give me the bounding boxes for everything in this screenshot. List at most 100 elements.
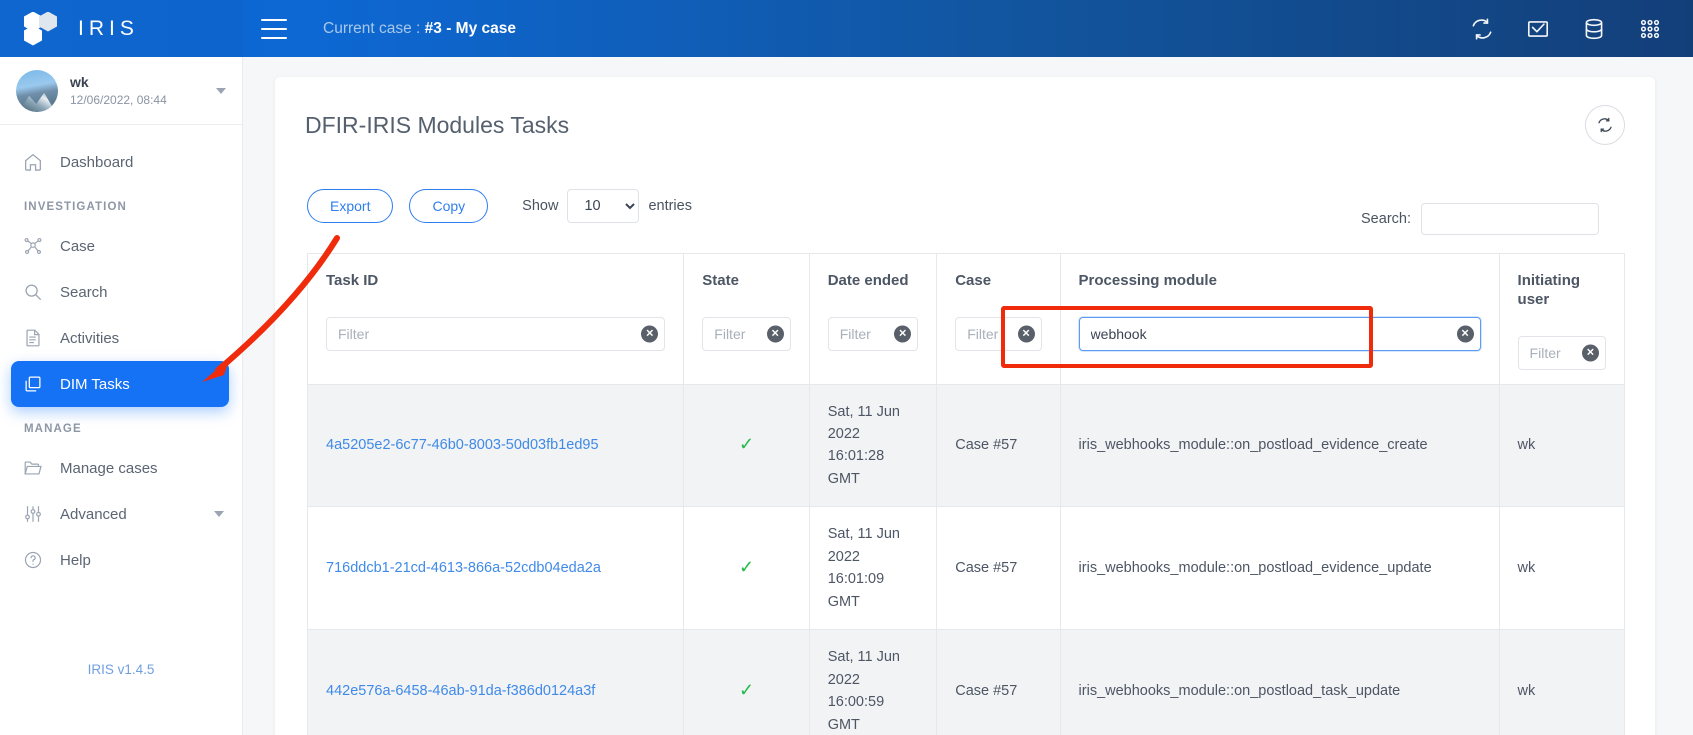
table-row: 716ddcb1-21cd-4613-866a-52cdb04eda2a ✓ Sat… (308, 507, 1625, 630)
filter-input[interactable] (1079, 317, 1481, 351)
cell-state: ✓ (684, 384, 809, 507)
column-header-label: State (702, 272, 790, 291)
card-header: DFIR-IRIS Modules Tasks (275, 77, 1655, 145)
clear-filter-icon[interactable]: ✕ (641, 326, 658, 343)
column-case: Case ✕ (937, 254, 1060, 385)
sidebar-item-manage-cases[interactable]: Manage cases (0, 445, 242, 491)
brand-logo[interactable]: IRIS (0, 0, 243, 57)
task-id-link[interactable]: 4a5205e2-6c77-46b0-8003-50d03fb1ed95 (326, 437, 599, 453)
filter-input[interactable] (326, 317, 665, 351)
cell-processing-module: iris_webhooks_module::on_postload_eviden… (1060, 507, 1499, 630)
search-input[interactable] (1421, 203, 1599, 235)
column-header-label: Processing module (1079, 272, 1481, 291)
page-size-control: Show 102550100 entries (522, 189, 692, 223)
current-case-value: #3 - My case (425, 20, 516, 37)
clear-filter-icon[interactable]: ✕ (1582, 345, 1599, 362)
cell-task-id: 716ddcb1-21cd-4613-866a-52cdb04eda2a (308, 507, 684, 630)
graph-node-icon (22, 235, 44, 257)
cell-case: Case #57 (937, 630, 1060, 735)
magnifier-icon (22, 281, 44, 303)
app-version[interactable]: IRIS v1.4.5 (0, 662, 242, 677)
mail-check-icon[interactable] (1525, 16, 1551, 42)
cell-date-ended: Sat, 11 Jun 2022 16:01:28 GMT (809, 384, 937, 507)
sidebar-item-label: Dashboard (60, 154, 133, 171)
cell-initiating-user: wk (1499, 384, 1624, 507)
cell-case: Case #57 (937, 507, 1060, 630)
sidebar-item-label: Help (60, 552, 91, 569)
filter-processing-module: ✕ (1079, 326, 1481, 343)
app-root: IRIS Current case : #3 - My case (0, 0, 1693, 735)
column-header-label: Case (955, 272, 1041, 291)
column-date-ended: Date ended ✕ (809, 254, 937, 385)
clear-filter-icon[interactable]: ✕ (894, 326, 911, 343)
home-icon (22, 151, 44, 173)
sidebar-item-label: Manage cases (60, 460, 158, 477)
sidebar-item-label: Case (60, 238, 95, 255)
cell-processing-module: iris_webhooks_module::on_postload_eviden… (1060, 384, 1499, 507)
profile-timestamp: 12/06/2022, 08:44 (70, 92, 167, 108)
task-id-link[interactable]: 716ddcb1-21cd-4613-866a-52cdb04eda2a (326, 560, 601, 576)
sidebar-item-advanced[interactable]: Advanced (0, 491, 242, 537)
table-row: 4a5205e2-6c77-46b0-8003-50d03fb1ed95 ✓Sat… (308, 384, 1625, 507)
hamburger-icon[interactable] (261, 19, 287, 39)
cell-state: ✓ (684, 507, 809, 630)
page-title: DFIR-IRIS Modules Tasks (305, 112, 569, 139)
entries-label: entries (648, 198, 692, 214)
sidebar-item-dashboard[interactable]: Dashboard (0, 139, 242, 185)
iris-hexagon-logo-icon (24, 12, 64, 46)
main-content: DFIR-IRIS Modules Tasks Export Copy Show… (243, 57, 1693, 735)
table-header-row: Task ID ✕ State ✕ (308, 254, 1625, 385)
cell-date-ended: Sat, 11 Jun 2022 16:01:09 GMT (809, 507, 937, 630)
profile-text: wk 12/06/2022, 08:44 (70, 73, 167, 108)
column-header-label: Task ID (326, 272, 665, 291)
cell-initiating-user: wk (1499, 630, 1624, 735)
column-header-label: Initiating user (1518, 272, 1606, 310)
sidebar-section-investigation: INVESTIGATION (0, 185, 242, 223)
sidebar-nav: Dashboard INVESTIGATION Case (0, 125, 242, 583)
clear-filter-icon[interactable]: ✕ (1018, 326, 1035, 343)
refresh-button[interactable] (1585, 105, 1625, 145)
sidebar-item-label: Activities (60, 330, 119, 347)
sidebar-item-help[interactable]: Help (0, 537, 242, 583)
check-icon: ✓ (739, 680, 754, 700)
cell-task-id: 4a5205e2-6c77-46b0-8003-50d03fb1ed95 (308, 384, 684, 507)
refresh-icon[interactable] (1469, 16, 1495, 42)
export-button[interactable]: Export (307, 189, 393, 223)
cell-initiating-user: wk (1499, 507, 1624, 630)
sidebar: wk 12/06/2022, 08:44 Dashboard INVESTIGA… (0, 57, 243, 735)
clear-filter-icon[interactable]: ✕ (1457, 326, 1474, 343)
sidebar-item-case[interactable]: Case (0, 223, 242, 269)
modules-tasks-card: DFIR-IRIS Modules Tasks Export Copy Show… (275, 77, 1655, 735)
table-head: Task ID ✕ State ✕ (308, 254, 1625, 385)
table-body: 4a5205e2-6c77-46b0-8003-50d03fb1ed95✓Sat… (308, 384, 1625, 735)
user-profile[interactable]: wk 12/06/2022, 08:44 (0, 57, 242, 125)
sidebar-item-search[interactable]: Search (0, 269, 242, 315)
profile-username: wk (70, 73, 167, 92)
page-size-select[interactable]: 102550100 (567, 189, 639, 223)
column-header-label: Date ended (828, 272, 919, 291)
clear-filter-icon[interactable]: ✕ (767, 326, 784, 343)
sidebar-item-activities[interactable]: Activities (0, 315, 242, 361)
cell-date-ended: Sat, 11 Jun 2022 16:00:59 GMT (809, 630, 937, 735)
top-navbar: IRIS Current case : #3 - My case (0, 0, 1693, 57)
table-row: 442e576a-6458-46ab-91da-f386d0124a3f ✓ Sat… (308, 630, 1625, 735)
chevron-down-icon[interactable] (216, 88, 226, 94)
layers-icon (22, 373, 44, 395)
cell-processing-module: iris_webhooks_module::on_postload_task_u… (1060, 630, 1499, 735)
task-id-link[interactable]: 442e576a-6458-46ab-91da-f386d0124a3f (326, 683, 595, 699)
copy-button[interactable]: Copy (409, 189, 488, 223)
sliders-icon (22, 503, 44, 525)
current-case-prefix: Current case : (323, 20, 425, 37)
search-label: Search: (1361, 211, 1411, 227)
cell-state: ✓ (684, 630, 809, 735)
check-icon: ✓ (739, 557, 754, 577)
brand-name: IRIS (78, 17, 139, 41)
database-icon[interactable] (1581, 16, 1607, 42)
apps-grid-icon[interactable] (1637, 16, 1663, 42)
show-label: Show (522, 198, 558, 214)
filter-state: ✕ (702, 326, 790, 343)
sidebar-item-dim-tasks[interactable]: DIM Tasks (11, 361, 229, 407)
question-circle-icon (22, 549, 44, 571)
sidebar-item-label: Search (60, 284, 108, 301)
table-toolbar: Export Copy Show 102550100 entries Searc… (275, 145, 1655, 235)
